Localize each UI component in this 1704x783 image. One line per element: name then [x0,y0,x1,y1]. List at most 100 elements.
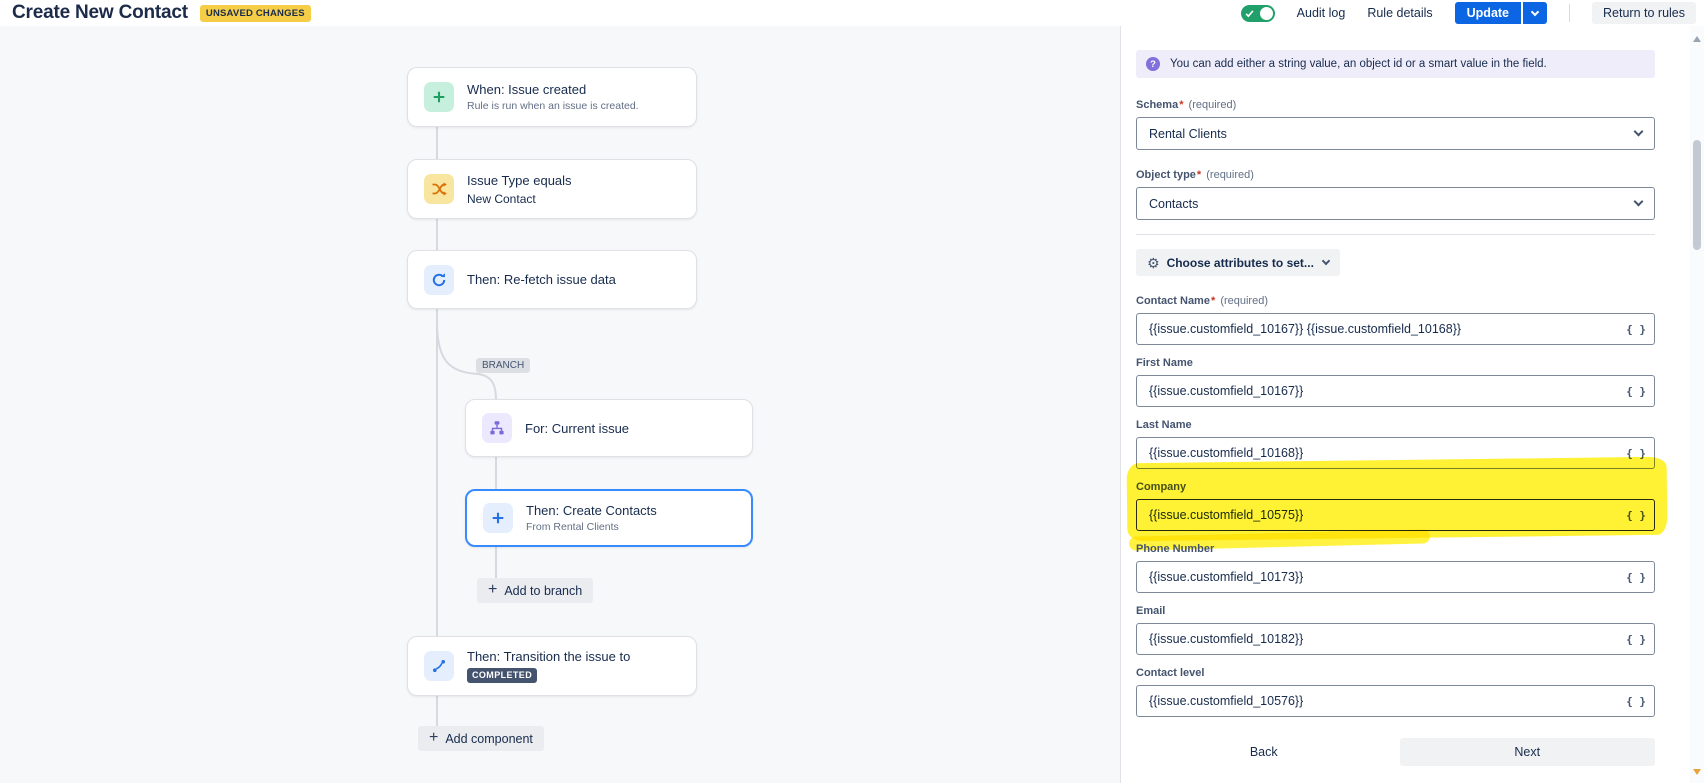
back-button[interactable]: Back [1136,738,1392,766]
shuffle-icon [424,174,454,204]
scroll-down-arrow-icon[interactable] [1693,769,1701,775]
field-row-company: Company {{issue.customfield_10575}} { } [1126,456,1668,551]
contact-name-input[interactable]: {{issue.customfield_10167}} {{issue.cust… [1136,313,1655,345]
plus-icon: + [488,580,498,598]
node-subtitle: From Rental Clients [526,521,619,533]
object-type-label: Object type* (required) [1136,169,1254,181]
chevron-down-icon [1321,256,1331,266]
smart-value-braces-icon[interactable]: { } [1618,633,1646,646]
add-component-label: Add component [445,731,533,746]
rule-flow-canvas: When: Issue created Rule is run when an … [0,26,1120,783]
info-banner: ? You can add either a string value, an … [1136,50,1655,78]
input-value: {{issue.customfield_10173}} [1149,570,1304,584]
scroll-up-arrow-icon[interactable] [1693,36,1701,42]
scrollbar-thumb[interactable] [1693,140,1701,250]
update-dropdown-button[interactable] [1523,2,1548,24]
smart-value-braces-icon[interactable]: { } [1618,385,1646,398]
node-subtitle: New Contact [467,191,536,206]
first-name-input[interactable]: {{issue.customfield_10167}} { } [1136,375,1655,407]
node-subtitle: Rule is run when an issue is created. [467,100,639,112]
toggle-knob [1259,6,1273,20]
check-icon [1245,9,1254,17]
field-row-phone-number: Phone Number {{issue.customfield_10173}}… [1136,543,1655,593]
rule-enabled-toggle[interactable] [1240,4,1275,22]
branch-label: BRANCH [476,358,531,373]
company-input[interactable]: {{issue.customfield_10575}} { } [1136,499,1655,531]
choose-attributes-label: Choose attributes to set... [1166,255,1314,270]
smart-value-braces-icon[interactable]: { } [1618,571,1646,584]
next-button[interactable]: Next [1399,738,1655,766]
chevron-down-icon [1633,196,1644,207]
update-button[interactable]: Update [1454,2,1522,24]
node-title: For: Current issue [525,420,630,436]
question-icon: ? [1146,57,1160,71]
node-title: Issue Type equals [467,172,572,188]
add-to-branch-button[interactable]: + Add to branch [477,578,594,603]
flow-node-branch-for[interactable]: For: Current issue [465,399,753,457]
input-value: {{issue.customfield_10182}} [1149,632,1304,646]
action-config-panel: ? You can add either a string value, an … [1120,26,1688,783]
input-value: {{issue.customfield_10575}} [1149,508,1304,522]
top-bar: Create New Contact UNSAVED CHANGES Audit… [0,0,1704,26]
contact-level-input[interactable]: {{issue.customfield_10576}} { } [1136,685,1655,717]
email-input[interactable]: {{issue.customfield_10182}} { } [1136,623,1655,655]
smart-value-braces-icon[interactable]: { } [1618,447,1646,460]
field-row-last-name: Last Name {{issue.customfield_10168}} { … [1136,419,1655,469]
field-label: Contact Name* (required) [1136,295,1268,307]
smart-value-braces-icon[interactable]: { } [1618,695,1646,708]
refresh-icon [424,264,454,295]
node-title: When: Issue created [467,82,587,97]
smart-value-braces-icon[interactable]: { } [1618,509,1646,522]
return-to-rules-button[interactable]: Return to rules [1592,2,1696,24]
audit-log-link[interactable]: Audit log [1297,6,1346,20]
info-banner-text: You can add either a string value, an ob… [1170,58,1547,70]
field-row-contact-level: Contact level {{issue.customfield_10576}… [1136,667,1655,717]
plus-icon [483,503,513,533]
last-name-input[interactable]: {{issue.customfield_10168}} { } [1136,437,1655,469]
node-title: Then: Transition the issue to [467,648,631,664]
flow-node-refetch[interactable]: Then: Re-fetch issue data [407,250,697,309]
flow-node-create-contacts[interactable]: Then: Create Contacts From Rental Client… [465,489,753,547]
chevron-down-icon [1633,126,1644,137]
input-value: {{issue.customfield_10168}} [1149,446,1304,460]
field-label: Last Name [1136,419,1192,431]
field-label: Email [1136,605,1166,617]
phone-number-input[interactable]: {{issue.customfield_10173}} { } [1136,561,1655,593]
gear-icon: ⚙ [1147,254,1160,271]
choose-attributes-button[interactable]: ⚙ Choose attributes to set... [1136,249,1340,276]
page-title: Create New Contact [12,2,188,23]
flow-node-condition[interactable]: Issue Type equals New Contact [407,159,697,219]
node-title: Then: Create Contacts [526,503,657,518]
node-title: Then: Re-fetch issue data [467,272,616,287]
vertical-scrollbar[interactable] [1690,26,1704,783]
add-to-branch-label: Add to branch [504,583,583,598]
chevron-down-icon [1530,7,1540,16]
hierarchy-icon [482,413,512,443]
input-value: {{issue.customfield_10167}} [1149,384,1304,398]
plus-icon [424,82,454,112]
divider [1136,234,1655,235]
field-label: First Name [1136,357,1193,369]
object-type-select[interactable]: Contacts [1136,187,1655,220]
add-component-button[interactable]: + Add component [418,726,544,751]
object-type-value: Contacts [1149,196,1199,211]
unsaved-changes-badge: UNSAVED CHANGES [199,4,311,22]
smart-value-braces-icon[interactable]: { } [1618,323,1646,336]
field-label: Phone Number [1136,543,1215,555]
flow-node-transition[interactable]: Then: Transition the issue to COMPLETED [407,636,697,696]
input-value: {{issue.customfield_10576}} [1149,694,1304,708]
rule-details-link[interactable]: Rule details [1367,6,1432,20]
field-row-email: Email {{issue.customfield_10182}} { } [1136,605,1655,655]
field-row-first-name: First Name {{issue.customfield_10167}} {… [1136,357,1655,407]
field-row-contact-name: Contact Name* (required) {{issue.customf… [1136,295,1655,345]
divider [1569,4,1571,22]
field-label: Company [1136,481,1187,493]
input-value: {{issue.customfield_10167}} {{issue.cust… [1149,322,1462,336]
schema-select[interactable]: Rental Clients [1136,117,1655,150]
plus-icon: + [429,728,439,746]
transition-icon [424,651,454,681]
schema-label: Schema* (required) [1136,99,1237,111]
field-label: Contact level [1136,667,1205,679]
flow-node-trigger[interactable]: When: Issue created Rule is run when an … [407,67,697,127]
wizard-footer: Back Next [1136,738,1655,766]
